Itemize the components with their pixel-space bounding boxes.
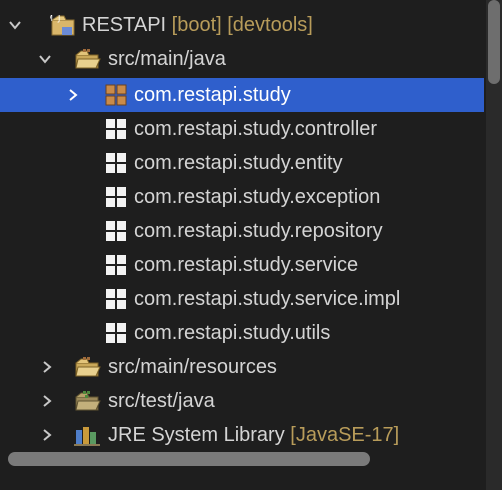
tree-row-package[interactable]: com.restapi.study.exception <box>0 180 484 214</box>
chevron-down-icon[interactable] <box>8 18 22 32</box>
project-name: RESTAPI <box>82 14 167 36</box>
chevron-right-icon[interactable] <box>66 88 80 102</box>
tree-row-package[interactable]: com.restapi.study.entity <box>0 146 484 180</box>
chevron-right-icon[interactable] <box>40 394 54 408</box>
test-source-folder-icon <box>74 389 101 413</box>
chevron-right-icon[interactable] <box>40 428 54 442</box>
tree-row-project[interactable]: M J RESTAPI [boot] [devtools] <box>0 8 484 42</box>
package-icon <box>104 151 128 175</box>
tree-row-src-test-java[interactable]: src/test/java <box>0 384 484 418</box>
project-explorer-tree: M J RESTAPI [boot] [devtools] src/main/j… <box>0 0 490 490</box>
tree-item-label: com.restapi.study.controller <box>134 118 378 140</box>
tree-item-label: com.restapi.study.exception <box>134 186 381 208</box>
bottom-padding <box>0 472 486 490</box>
package-icon <box>104 117 128 141</box>
chevron-down-icon[interactable] <box>38 52 52 66</box>
tree-item-label: src/main/java <box>108 48 226 70</box>
package-icon <box>104 321 128 345</box>
tree-item-label: com.restapi.study.repository <box>134 220 383 242</box>
chevron-right-icon[interactable] <box>40 360 54 374</box>
tree-row-package[interactable]: com.restapi.study.service <box>0 248 484 282</box>
package-icon <box>104 253 128 277</box>
scrollbar-corner <box>486 446 502 490</box>
tree-item-label: com.restapi.study <box>134 84 291 106</box>
package-icon <box>104 185 128 209</box>
tree-item-label: com.restapi.study.service <box>134 254 359 276</box>
tree-row-package[interactable]: com.restapi.study.repository <box>0 214 484 248</box>
tree-item-decoration: [JavaSE-17] <box>290 424 400 446</box>
package-icon <box>104 83 128 107</box>
tree-row-package[interactable]: com.restapi.study.utils <box>0 316 484 350</box>
svg-text:J: J <box>57 14 60 23</box>
source-folder-icon <box>74 355 101 379</box>
tree-item-label: JRE System Library <box>108 424 285 446</box>
tree-row-package[interactable]: com.restapi.study.service.impl <box>0 282 484 316</box>
vertical-scrollbar-thumb[interactable] <box>488 0 500 84</box>
library-icon <box>74 424 100 448</box>
tree-row-src-main-resources[interactable]: src/main/resources <box>0 350 484 384</box>
tree-item-label: src/test/java <box>108 390 215 412</box>
package-icon <box>104 219 128 243</box>
tree-row-src-main-java[interactable]: src/main/java <box>0 42 484 76</box>
svg-text:M: M <box>50 14 53 23</box>
project-folder-icon: M J <box>50 13 75 37</box>
horizontal-scrollbar-thumb[interactable] <box>8 452 370 466</box>
tree-item-label: src/main/resources <box>108 356 277 378</box>
project-decorations: [boot] [devtools] <box>171 14 313 36</box>
tree-item-label: com.restapi.study.service.impl <box>134 288 401 310</box>
tree-item-label: com.restapi.study.utils <box>134 322 331 344</box>
package-icon <box>104 287 128 311</box>
tree-row-package-selected[interactable]: com.restapi.study <box>0 78 484 112</box>
tree-item-label: com.restapi.study.entity <box>134 152 343 174</box>
source-folder-icon <box>74 47 101 71</box>
tree-row-package[interactable]: com.restapi.study.controller <box>0 112 484 146</box>
